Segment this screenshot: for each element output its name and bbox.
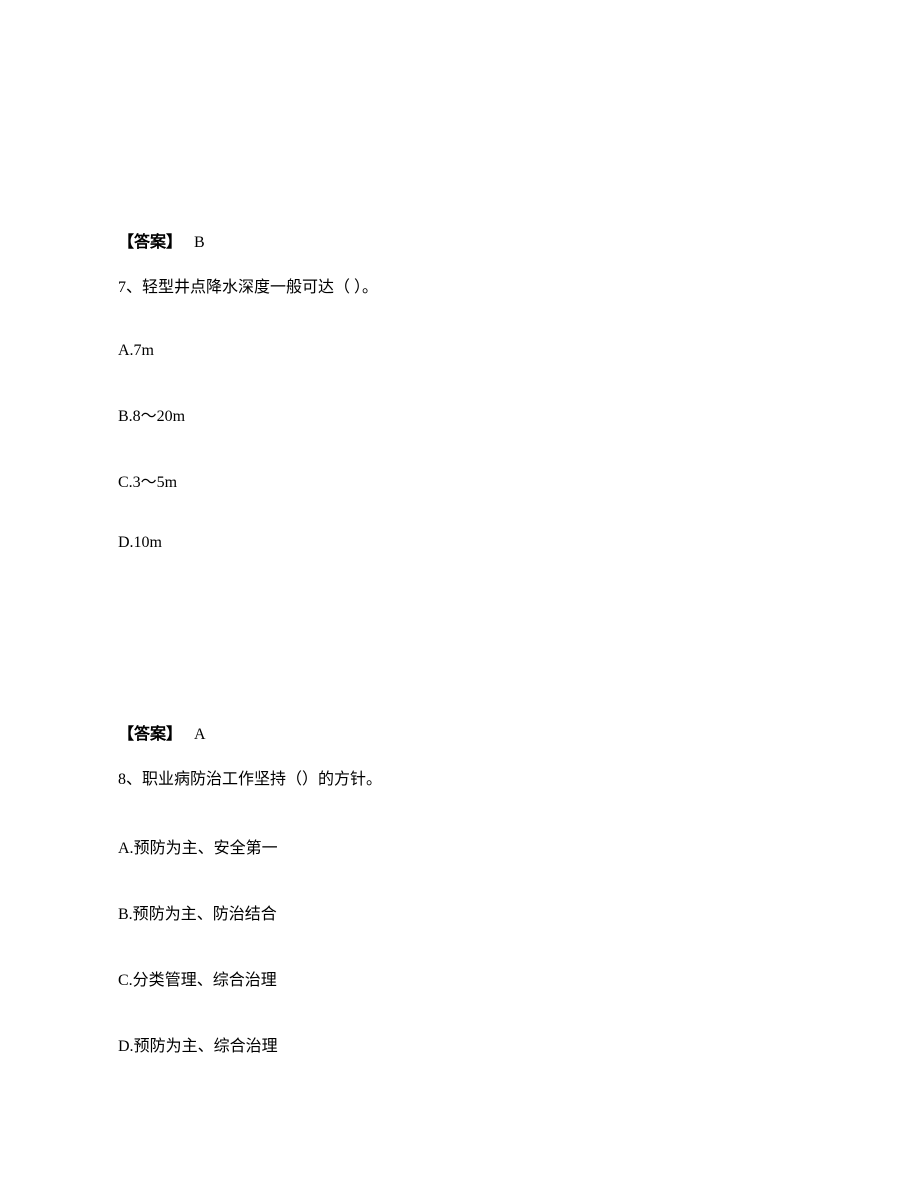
q7-answer-block: 【答案】 A 8、职业病防治工作坚持（）的方针。 A.预防为主、安全第一 B.预… — [118, 720, 802, 1056]
q8-stem: 8、职业病防治工作坚持（）的方针。 — [118, 768, 802, 792]
q8-option-a: A.预防为主、安全第一 — [118, 834, 802, 858]
stem-text: 病防治工作坚持（）的方针。 — [174, 771, 382, 788]
question-number: 8、 — [118, 771, 142, 788]
q7-option-c: C.3～5m — [118, 468, 802, 492]
q8-option-b: B.预防为主、防治结合 — [118, 900, 802, 924]
answer-label: 【答案】 — [118, 234, 182, 251]
stem-prefix: 职业 — [142, 771, 174, 788]
stem-prefix: 轻 — [142, 279, 158, 296]
stem-text: 型井点降水深度一般可达（ ）。 — [158, 279, 378, 296]
q8-option-d: D.预防为主、综合治理 — [118, 1032, 802, 1056]
q7-answer: 【答案】 A — [118, 720, 802, 744]
answer-value: B — [194, 234, 205, 251]
q8-option-c: C.分类管理、综合治理 — [118, 966, 802, 990]
question-number: 7、 — [118, 279, 142, 296]
q6-answer: 【答案】 B — [118, 228, 802, 252]
q7-option-b: B.8～20m — [118, 402, 802, 426]
q7-stem: 7、轻型井点降水深度一般可达（ ）。 — [118, 276, 802, 300]
q7-option-a: A.7m — [118, 342, 802, 360]
answer-label: 【答案】 — [118, 726, 182, 743]
answer-value: A — [194, 726, 206, 743]
exam-page: 【答案】 B 7、轻型井点降水深度一般可达（ ）。 A.7m B.8～20m C… — [0, 0, 920, 1056]
q7-option-d: D.10m — [118, 534, 802, 552]
